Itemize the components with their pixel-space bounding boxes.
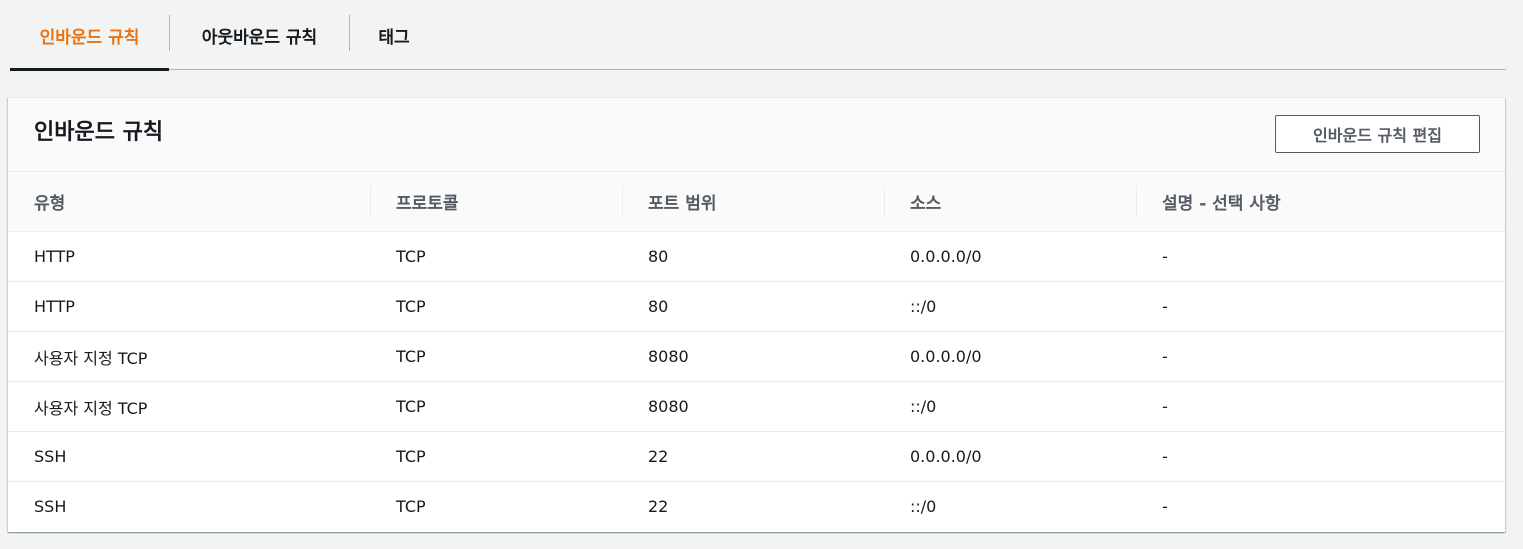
table-row: HTTP TCP 80 0.0.0.0/0 - <box>8 232 1505 282</box>
cell-description: - <box>1162 347 1168 366</box>
column-divider <box>370 186 371 216</box>
edit-inbound-rules-button[interactable]: 인바운드 규칙 편집 <box>1275 115 1480 153</box>
column-divider <box>884 186 885 216</box>
tab-inbound-rules[interactable]: 인바운드 규칙 <box>10 0 169 71</box>
cell-protocol: TCP <box>396 497 426 516</box>
table-row: SSH TCP 22 ::/0 - <box>8 482 1505 532</box>
tab-tags[interactable]: 태그 <box>350 0 438 70</box>
table-row: 사용자 지정 TCP TCP 8080 0.0.0.0/0 - <box>8 332 1505 382</box>
column-header-protocol[interactable]: 프로토콜 <box>396 172 459 230</box>
cell-type: SSH <box>34 497 67 516</box>
cell-type: HTTP <box>34 297 75 316</box>
table-row: HTTP TCP 80 ::/0 - <box>8 282 1505 332</box>
table-header: 유형 프로토콜 포트 범위 소스 설명 - 선택 사항 <box>8 172 1505 232</box>
cell-source: ::/0 <box>910 297 937 316</box>
cell-protocol: TCP <box>396 247 426 266</box>
table-row: 사용자 지정 TCP TCP 8080 ::/0 - <box>8 382 1505 432</box>
cell-protocol: TCP <box>396 447 426 466</box>
column-header-type[interactable]: 유형 <box>34 172 65 230</box>
column-header-port-range[interactable]: 포트 범위 <box>648 172 716 230</box>
cell-description: - <box>1162 447 1168 466</box>
cell-port-range: 8080 <box>648 397 689 416</box>
column-divider <box>1136 186 1137 216</box>
inbound-rules-panel: 인바운드 규칙 인바운드 규칙 편집 유형 프로토콜 포트 범위 소스 설명 -… <box>8 97 1505 532</box>
cell-source: ::/0 <box>910 497 937 516</box>
cell-type: SSH <box>34 447 67 466</box>
cell-source: 0.0.0.0/0 <box>910 447 982 466</box>
cell-port-range: 22 <box>648 497 669 516</box>
cell-port-range: 80 <box>648 297 669 316</box>
cell-protocol: TCP <box>396 297 426 316</box>
column-header-source[interactable]: 소스 <box>910 172 941 230</box>
panel-title: 인바운드 규칙 <box>34 120 164 145</box>
tab-outbound-rules[interactable]: 아웃바운드 규칙 <box>170 0 349 70</box>
cell-description: - <box>1162 297 1168 316</box>
cell-port-range: 8080 <box>648 347 689 366</box>
cell-source: 0.0.0.0/0 <box>910 347 982 366</box>
cell-description: - <box>1162 497 1168 516</box>
column-header-description[interactable]: 설명 - 선택 사항 <box>1162 172 1281 230</box>
cell-description: - <box>1162 247 1168 266</box>
tab-bar: 인바운드 규칙 아웃바운드 규칙 태그 <box>10 0 1506 71</box>
column-divider <box>622 186 623 216</box>
cell-type: 사용자 지정 TCP <box>34 398 148 418</box>
cell-type: HTTP <box>34 247 75 266</box>
cell-port-range: 22 <box>648 447 669 466</box>
cell-port-range: 80 <box>648 247 669 266</box>
panel-header: 인바운드 규칙 인바운드 규칙 편집 <box>8 98 1505 172</box>
cell-type: 사용자 지정 TCP <box>34 348 148 368</box>
cell-description: - <box>1162 397 1168 416</box>
cell-source: 0.0.0.0/0 <box>910 247 982 266</box>
cell-source: ::/0 <box>910 397 937 416</box>
cell-protocol: TCP <box>396 397 426 416</box>
cell-protocol: TCP <box>396 347 426 366</box>
table-row: SSH TCP 22 0.0.0.0/0 - <box>8 432 1505 482</box>
